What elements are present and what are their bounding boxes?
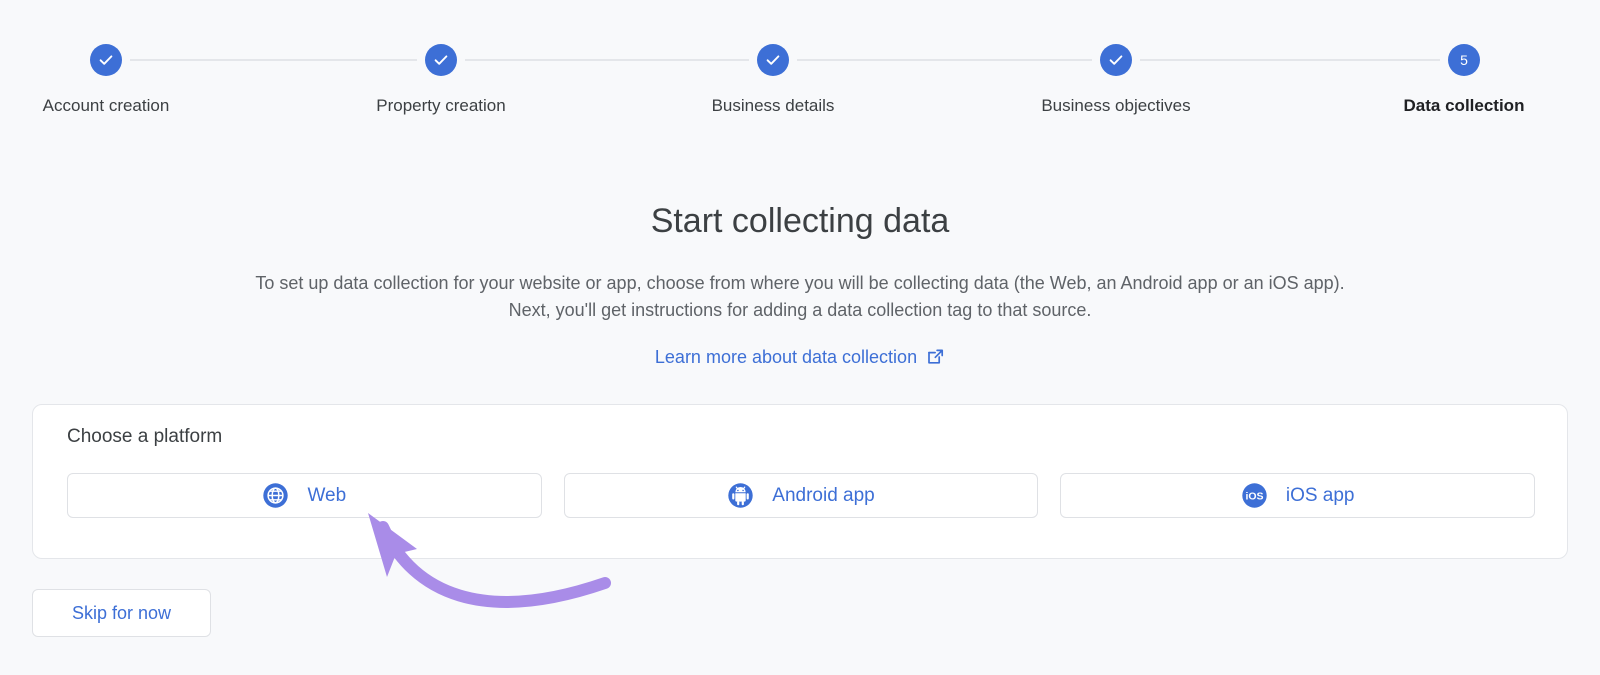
learn-more-label: Learn more about data collection — [654, 347, 918, 368]
stepper-step-1[interactable]: Account creation — [0, 44, 226, 116]
stepper-connector — [130, 59, 417, 61]
external-link-icon — [926, 348, 945, 367]
stepper-step-4[interactable]: Business objectives — [996, 44, 1236, 116]
platform-option-label: iOS app — [1285, 485, 1355, 506]
stepper-label-4: Business objectives — [1041, 96, 1191, 115]
stepper-label-1: Account creation — [42, 96, 170, 115]
stepper-connector — [465, 59, 749, 61]
hero-section: Start collecting data To set up data col… — [0, 160, 1600, 368]
check-icon — [425, 44, 457, 76]
platform-option-android-app[interactable]: Android app — [563, 473, 1039, 518]
globe-icon — [262, 482, 289, 509]
page-description: To set up data collection for your websi… — [255, 272, 1345, 321]
check-icon — [757, 44, 789, 76]
progress-stepper: Account creation Property creation Busines… — [0, 0, 1600, 160]
choose-platform-heading: Choose a platform — [67, 426, 223, 447]
stepper-connector — [1140, 59, 1440, 61]
stepper-step-5[interactable]: 5 Data collection — [1344, 44, 1584, 116]
stepper-label-2: Property creation — [376, 96, 506, 115]
ios-icon: iOS — [1241, 482, 1268, 509]
stepper-step-2[interactable]: Property creation — [321, 44, 561, 116]
page-title: Start collecting data — [650, 202, 950, 240]
check-icon — [90, 44, 122, 76]
step-number-badge: 5 — [1448, 44, 1480, 76]
stepper-label-3: Business details — [711, 96, 835, 115]
android-icon — [727, 482, 754, 509]
skip-for-now-button[interactable]: Skip for now — [32, 589, 211, 637]
platform-option-label: Android app — [772, 485, 875, 506]
platform-options-row: Web Android app iOS iOS app — [67, 473, 1536, 518]
svg-text:iOS: iOS — [1245, 491, 1263, 503]
stepper-connector — [797, 59, 1092, 61]
choose-platform-card: Choose a platform Web Android app iOS iOS a… — [32, 404, 1568, 559]
stepper-label-5: Data collection — [1403, 96, 1525, 115]
check-icon — [1100, 44, 1132, 76]
step-number: 5 — [1460, 52, 1468, 68]
platform-option-web[interactable]: Web — [67, 473, 542, 518]
platform-option-ios-app[interactable]: iOS iOS app — [1060, 473, 1536, 518]
platform-option-label: Web — [307, 485, 347, 506]
stepper-step-3[interactable]: Business details — [653, 44, 893, 116]
learn-more-link[interactable]: Learn more about data collection — [655, 347, 945, 368]
